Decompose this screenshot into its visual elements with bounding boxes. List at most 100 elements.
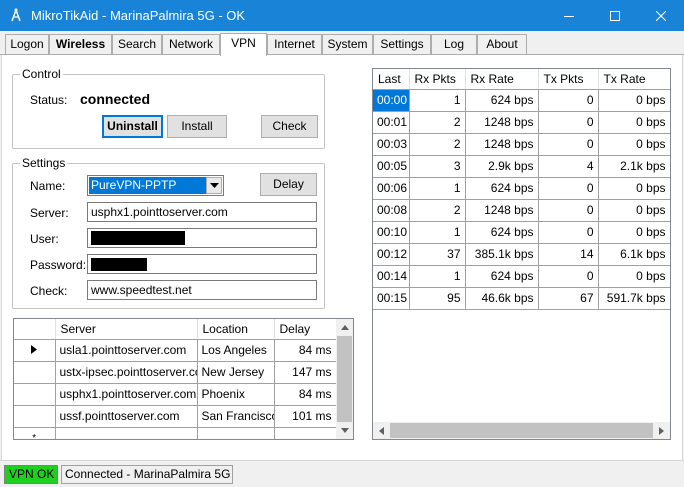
name-combobox[interactable]: PureVPN-PPTP — [87, 175, 224, 196]
scroll-thumb[interactable] — [337, 336, 352, 422]
delay-button[interactable]: Delay — [260, 173, 317, 196]
last-cell[interactable]: 00:03 — [373, 133, 410, 156]
tx-pkts-cell[interactable]: 14 — [538, 243, 599, 266]
column-header-rx-pkts[interactable]: Rx Pkts — [409, 69, 466, 90]
rx-pkts-cell[interactable]: 2 — [409, 133, 466, 156]
server-cell[interactable]: ustx-ipsec.pointtoserver.com — [55, 361, 198, 384]
server-cell[interactable]: usphx1.pointtoserver.com — [55, 383, 198, 406]
tx-rate-cell[interactable]: 591.7k bps — [598, 287, 670, 310]
delay-cell[interactable]: 101 ms — [274, 405, 337, 428]
column-header-delay[interactable]: Delay — [274, 319, 337, 340]
table-row[interactable]: 00:03 2 1248 bps 0 0 bps — [373, 133, 670, 156]
last-cell[interactable]: 00:10 — [373, 221, 410, 244]
tab-about[interactable]: About — [477, 34, 527, 54]
table-row[interactable]: usphx1.pointtoserver.com Phoenix 84 ms — [14, 383, 337, 406]
tx-pkts-cell[interactable]: 67 — [538, 287, 599, 310]
last-cell[interactable]: 00:12 — [373, 243, 410, 266]
rx-rate-cell[interactable]: 624 bps — [465, 89, 539, 112]
rx-rate-cell[interactable]: 385.1k bps — [465, 243, 539, 266]
rx-pkts-cell[interactable]: 95 — [409, 287, 466, 310]
rx-pkts-cell[interactable]: 1 — [409, 177, 466, 200]
tab-network[interactable]: Network — [162, 34, 220, 54]
row-header[interactable] — [14, 405, 56, 428]
location-cell[interactable]: Los Angeles — [197, 339, 275, 362]
tx-pkts-cell[interactable]: 4 — [538, 155, 599, 178]
server-cell[interactable] — [55, 427, 198, 439]
rx-pkts-cell[interactable]: 1 — [409, 221, 466, 244]
tab-vpn[interactable]: VPN — [220, 33, 267, 56]
tx-rate-cell[interactable]: 2.1k bps — [598, 155, 670, 178]
table-row[interactable]: 00:01 2 1248 bps 0 0 bps — [373, 111, 670, 134]
last-cell[interactable]: 00:00 — [373, 89, 410, 112]
server-field[interactable]: usphx1.pointtoserver.com — [87, 202, 317, 222]
tx-rate-cell[interactable]: 6.1k bps — [598, 243, 670, 266]
tab-search[interactable]: Search — [112, 34, 162, 54]
servers-vertical-scrollbar[interactable] — [336, 319, 353, 439]
rx-pkts-cell[interactable]: 2 — [409, 111, 466, 134]
tx-pkts-cell[interactable]: 0 — [538, 265, 599, 288]
table-row[interactable]: 00:05 3 2.9k bps 4 2.1k bps — [373, 155, 670, 178]
check-button[interactable]: Check — [261, 115, 318, 138]
tx-pkts-cell[interactable]: 0 — [538, 111, 599, 134]
rx-rate-cell[interactable]: 624 bps — [465, 177, 539, 200]
tx-rate-cell[interactable]: 0 bps — [598, 111, 670, 134]
rx-rate-cell[interactable]: 624 bps — [465, 265, 539, 288]
maximize-button[interactable] — [592, 0, 638, 31]
table-row[interactable]: 00:06 1 624 bps 0 0 bps — [373, 177, 670, 200]
traffic-horizontal-scrollbar[interactable] — [373, 422, 670, 439]
rx-pkts-cell[interactable]: 1 — [409, 89, 466, 112]
location-cell[interactable]: New Jersey — [197, 361, 275, 384]
table-row[interactable]: 00:10 1 624 bps 0 0 bps — [373, 221, 670, 244]
install-button[interactable]: Install — [167, 115, 227, 138]
tx-rate-cell[interactable]: 0 bps — [598, 199, 670, 222]
column-header-server[interactable]: Server — [55, 319, 198, 340]
last-cell[interactable]: 00:15 — [373, 287, 410, 310]
delay-cell[interactable]: 84 ms — [274, 383, 337, 406]
scroll-down-button[interactable] — [336, 422, 353, 439]
delay-cell[interactable]: 147 ms — [274, 361, 337, 384]
tx-rate-cell[interactable]: 0 bps — [598, 133, 670, 156]
tx-pkts-cell[interactable]: 0 — [538, 89, 599, 112]
rx-rate-cell[interactable]: 2.9k bps — [465, 155, 539, 178]
location-cell[interactable]: San Francisco — [197, 405, 275, 428]
server-cell[interactable]: ussf.pointtoserver.com — [55, 405, 198, 428]
scroll-up-button[interactable] — [336, 319, 353, 336]
delay-cell[interactable]: 84 ms — [274, 339, 337, 362]
rx-rate-cell[interactable]: 1248 bps — [465, 199, 539, 222]
scroll-right-button[interactable] — [653, 422, 670, 439]
tab-internet[interactable]: Internet — [267, 34, 322, 54]
tab-logon[interactable]: Logon — [5, 34, 49, 54]
row-header[interactable] — [14, 361, 56, 384]
last-cell[interactable]: 00:05 — [373, 155, 410, 178]
rx-pkts-cell[interactable]: 37 — [409, 243, 466, 266]
tx-rate-cell[interactable]: 0 bps — [598, 221, 670, 244]
table-row[interactable]: 00:15 95 46.6k bps 67 591.7k bps — [373, 287, 670, 310]
tx-pkts-cell[interactable]: 0 — [538, 199, 599, 222]
rx-rate-cell[interactable]: 1248 bps — [465, 111, 539, 134]
uninstall-button[interactable]: Uninstall — [102, 115, 163, 138]
rx-rate-cell[interactable]: 624 bps — [465, 221, 539, 244]
delay-cell[interactable] — [274, 427, 337, 439]
rx-pkts-cell[interactable]: 3 — [409, 155, 466, 178]
scroll-thumb[interactable] — [390, 423, 653, 438]
table-row[interactable]: 00:00 1 624 bps 0 0 bps — [373, 89, 670, 112]
table-row[interactable]: 00:12 37 385.1k bps 14 6.1k bps — [373, 243, 670, 266]
table-row[interactable]: ustx-ipsec.pointtoserver.com New Jersey … — [14, 361, 337, 384]
last-cell[interactable]: 00:01 — [373, 111, 410, 134]
location-cell[interactable] — [197, 427, 275, 439]
table-row[interactable]: 00:14 1 624 bps 0 0 bps — [373, 265, 670, 288]
location-cell[interactable]: Phoenix — [197, 383, 275, 406]
column-header-location[interactable]: Location — [197, 319, 275, 340]
tx-rate-cell[interactable]: 0 bps — [598, 89, 670, 112]
minimize-button[interactable] — [546, 0, 592, 31]
rx-pkts-cell[interactable]: 1 — [409, 265, 466, 288]
rx-rate-cell[interactable]: 46.6k bps — [465, 287, 539, 310]
tab-system[interactable]: System — [322, 34, 373, 54]
column-header-tx-pkts[interactable]: Tx Pkts — [538, 69, 599, 90]
row-header[interactable] — [14, 339, 56, 362]
tx-pkts-cell[interactable]: 0 — [538, 133, 599, 156]
row-header[interactable] — [14, 383, 56, 406]
last-cell[interactable]: 00:08 — [373, 199, 410, 222]
check-url-field[interactable]: www.speedtest.net — [87, 280, 317, 300]
tx-pkts-cell[interactable]: 0 — [538, 221, 599, 244]
